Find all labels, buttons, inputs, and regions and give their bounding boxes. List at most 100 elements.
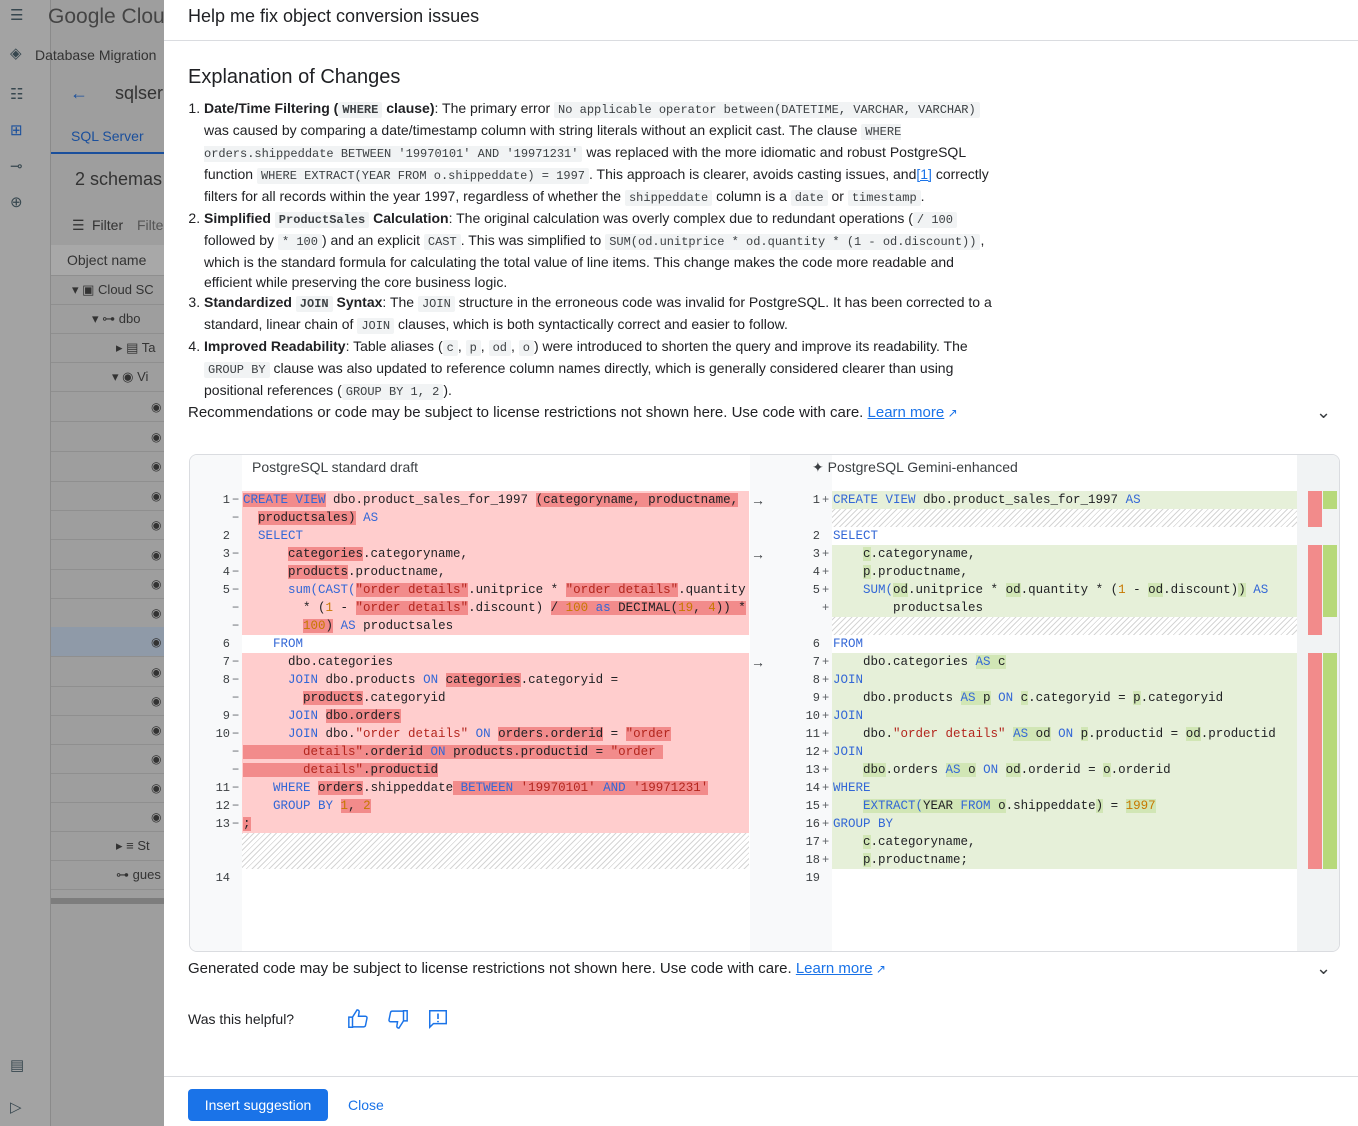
code-line: JOIN dbo."order details" ON orders.order… bbox=[288, 727, 671, 741]
code-line: sum(CAST("order details".unitprice * "or… bbox=[288, 583, 746, 597]
line-number: 13 bbox=[215, 817, 230, 831]
column-header: Object name bbox=[67, 252, 147, 268]
expand-icon[interactable]: ▷ bbox=[10, 1100, 28, 1115]
code-line: dbo.categories AS c bbox=[833, 655, 1006, 669]
external-link-icon: ↗ bbox=[944, 406, 958, 420]
code-line: JOIN dbo.orders bbox=[288, 709, 401, 723]
google-cloud-logo: Google Cloud bbox=[48, 5, 164, 28]
code-line: EXTRACT(YEAR FROM o.shippeddate) = 1997 bbox=[863, 799, 1156, 813]
menu-icon[interactable]: ☰ bbox=[10, 8, 28, 23]
view-icon: ◉ bbox=[151, 694, 162, 708]
code-line: GROUP BY 1, 2 bbox=[273, 799, 371, 813]
view-icon: ◉ bbox=[151, 723, 162, 737]
code-line: JOIN dbo.products ON categories.category… bbox=[288, 673, 619, 687]
code-line: FROM bbox=[273, 637, 304, 651]
right-pane: ✦ PostgreSQL Gemini-enhanced 1 + 2 3 + 4 + … bbox=[780, 455, 1339, 951]
line-number: 7 bbox=[222, 655, 230, 669]
line-number: 2 bbox=[222, 529, 230, 543]
placeholder-gap bbox=[832, 617, 1297, 635]
list-item: Standardized JOIN Syntax: The JOIN struc… bbox=[204, 292, 994, 336]
sparkle-icon: ✦ bbox=[812, 459, 824, 475]
learn-more-link[interactable]: Learn more bbox=[868, 404, 945, 421]
line-number: 1 bbox=[812, 493, 820, 507]
code-line: CREATE VIEW dbo.product_sales_for_1997 A… bbox=[833, 493, 1141, 507]
line-number: 18 bbox=[805, 853, 820, 867]
list-icon[interactable]: ☷ bbox=[10, 87, 28, 102]
code-line: 100) AS productsales bbox=[303, 619, 454, 633]
filter-input[interactable]: Filte bbox=[137, 217, 163, 233]
explanation-title: Explanation of Changes bbox=[188, 66, 401, 88]
learn-more-link[interactable]: Learn more bbox=[796, 960, 873, 977]
accept-change-arrow-icon[interactable]: → bbox=[751, 491, 765, 509]
line-number: 4 bbox=[812, 565, 820, 579]
code-diff-viewer: PostgreSQL standard draft 1− − 2 3− 4− 5… bbox=[189, 454, 1340, 952]
left-pane: PostgreSQL standard draft 1− − 2 3− 4− 5… bbox=[190, 455, 750, 951]
tree-node-dbo[interactable]: ▾ ⊶ dbo bbox=[92, 311, 140, 327]
code-line: categories.categoryname, bbox=[288, 547, 469, 561]
code-line: SELECT bbox=[833, 529, 879, 543]
connection-icon[interactable]: ⊸ bbox=[10, 159, 28, 174]
line-number: 11 bbox=[805, 727, 820, 741]
tree-node-cloud[interactable]: ▾ ▣ Cloud SC bbox=[72, 282, 154, 298]
tree-node-procedures[interactable]: ▸ ≡ St bbox=[116, 838, 150, 854]
line-number: 17 bbox=[805, 835, 820, 849]
migration-icon[interactable]: ◈ bbox=[10, 46, 28, 61]
line-number: 6 bbox=[812, 637, 820, 651]
insert-suggestion-button[interactable]: Insert suggestion bbox=[188, 1089, 328, 1121]
line-number: 10 bbox=[215, 727, 230, 741]
code-line: GROUP BY bbox=[833, 817, 894, 831]
code-line: CREATE VIEW dbo.product_sales_for_1997 (… bbox=[243, 493, 739, 507]
chevron-down-icon[interactable]: ⌄ bbox=[1316, 958, 1331, 979]
horizontal-scrollbar[interactable] bbox=[51, 898, 164, 904]
code-line: c.categoryname, bbox=[863, 547, 976, 561]
chevron-down-icon[interactable]: ⌄ bbox=[1316, 402, 1331, 423]
tree-node-tables[interactable]: ▸ ▤ Ta bbox=[116, 340, 156, 356]
line-number: 4 bbox=[222, 565, 230, 579]
tree-node-guest[interactable]: ⊶ gues bbox=[116, 867, 161, 883]
ruler-deleted-marker bbox=[1308, 491, 1322, 527]
license-notice-bottom: Generated code may be subject to license… bbox=[188, 960, 886, 977]
code-line: dbo.orders AS o ON od.orderid = o.orderi… bbox=[863, 763, 1171, 777]
thumbs-down-icon[interactable] bbox=[386, 1008, 410, 1030]
ruler-added-marker bbox=[1323, 653, 1337, 869]
code-line: JOIN bbox=[833, 745, 864, 759]
notes-icon[interactable]: ▤ bbox=[10, 1058, 28, 1073]
tree-node-views[interactable]: ▾ ◉ Vi bbox=[112, 369, 148, 385]
code-line: JOIN bbox=[833, 709, 864, 723]
view-icon: ◉ bbox=[151, 606, 162, 620]
citation-link[interactable]: [1] bbox=[916, 166, 932, 182]
filter-icon[interactable]: ☰ bbox=[72, 217, 85, 234]
conversion-icon[interactable]: ⊞ bbox=[10, 123, 28, 138]
accept-change-arrow-icon[interactable]: → bbox=[751, 545, 765, 563]
code-line: p.productname; bbox=[863, 853, 969, 867]
service-name: Database Migration bbox=[35, 47, 157, 63]
line-number: 15 bbox=[805, 799, 820, 813]
line-number: 6 bbox=[222, 637, 230, 651]
console-background: ☰ ◈ ☷ ⊞ ⊸ ⊕ ▤ ▷ Google Cloud Database Mi… bbox=[0, 0, 164, 1126]
tab-sql-server[interactable]: SQL Server bbox=[71, 128, 144, 144]
ruler-added-marker bbox=[1323, 545, 1337, 617]
back-arrow-icon[interactable]: ← bbox=[70, 83, 88, 104]
close-button[interactable]: Close bbox=[340, 1089, 392, 1121]
accept-change-arrow-icon[interactable]: → bbox=[751, 653, 765, 671]
explanation-list: Date/Time Filtering (WHERE clause): The … bbox=[188, 98, 994, 402]
code-line: * (1 - "order details".discount) / 100 a… bbox=[243, 601, 746, 615]
title-divider bbox=[164, 40, 1358, 41]
right-pane-header: ✦ PostgreSQL Gemini-enhanced bbox=[812, 459, 1018, 475]
left-rail: ☰ ◈ ☷ ⊞ ⊸ ⊕ ▤ ▷ bbox=[0, 0, 51, 1126]
network-icon[interactable]: ⊕ bbox=[10, 195, 28, 210]
feedback-icon[interactable] bbox=[426, 1008, 450, 1030]
line-number: 10 bbox=[805, 709, 820, 723]
code-line: SUM(od.unitprice * od.quantity * (1 - od… bbox=[863, 583, 1269, 597]
feedback-label: Was this helpful? bbox=[188, 1011, 295, 1027]
code-line: details".orderid ON products.productid =… bbox=[243, 743, 664, 761]
view-icon: ◉ bbox=[151, 665, 162, 679]
view-icon: ◉ bbox=[151, 752, 162, 766]
view-icon: ◉ bbox=[151, 459, 162, 473]
line-number: 13 bbox=[805, 763, 820, 777]
code-line: productsales) AS bbox=[258, 511, 379, 525]
line-number: 9 bbox=[222, 709, 230, 723]
thumbs-up-icon[interactable] bbox=[346, 1008, 370, 1030]
line-number: 3 bbox=[812, 547, 820, 561]
view-icon: ◉ bbox=[151, 781, 162, 795]
